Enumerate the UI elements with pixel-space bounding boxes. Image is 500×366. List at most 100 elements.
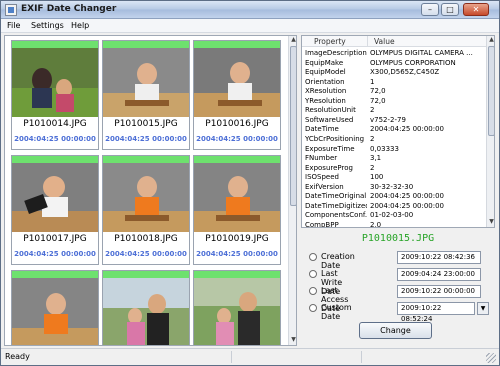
property-row[interactable]: ResolutionUnit 2: [302, 106, 486, 115]
custom-date-radio[interactable]: [309, 304, 317, 312]
thumbnail-card[interactable]: P1010016.JPG 2004:04:25 00:00:00: [193, 40, 281, 150]
property-row[interactable]: CompBPP 2,0: [302, 221, 486, 227]
photo-thumbnail: [103, 163, 189, 232]
scroll-down-icon[interactable]: ▼: [290, 336, 296, 344]
photo-thumbnail: [12, 48, 98, 117]
photo-thumbnail: [194, 278, 280, 345]
close-button[interactable]: ✕: [463, 3, 489, 16]
property-key: DateTimeDigitized: [305, 201, 367, 210]
minimize-button[interactable]: –: [421, 3, 439, 16]
column-property[interactable]: Property: [314, 37, 346, 46]
thumbnail-header: [103, 156, 189, 163]
properties-scrollbar[interactable]: ▲ ▼: [486, 36, 494, 227]
app-icon: [5, 4, 17, 16]
property-row[interactable]: FNumber 3,1: [302, 154, 486, 163]
last-access-date-field[interactable]: 2009:10:22 00:00:00: [397, 285, 481, 298]
last-write-date-radio[interactable]: [309, 270, 317, 278]
thumbnail-card[interactable]: P1010015.JPG 2004:04:25 00:00:00: [102, 40, 190, 150]
thumbnail-header: [103, 271, 189, 278]
property-row[interactable]: ISOSpeed 100: [302, 173, 486, 182]
scroll-thumb[interactable]: [290, 46, 296, 206]
property-key: ExifVersion: [305, 182, 344, 191]
property-row[interactable]: DateTime 2004:04:25 00:00:00: [302, 125, 486, 134]
thumbnail-header: [12, 156, 98, 163]
property-value: 2004:04:25 00:00:00: [370, 201, 445, 210]
property-row[interactable]: Orientation 1: [302, 78, 486, 87]
photo-thumbnail: [12, 163, 98, 232]
menu-help[interactable]: Help: [71, 21, 89, 30]
thumbnail-scrollbar[interactable]: ▲ ▼: [288, 36, 296, 345]
column-separator[interactable]: [367, 36, 368, 47]
photo-thumbnail: [194, 163, 280, 232]
last-access-date-radio[interactable]: [309, 287, 317, 295]
property-key: ImageDescription: [305, 49, 367, 57]
window-title: EXIF Date Changer: [21, 4, 117, 14]
thumbnail-date: 2004:04:25 00:00:00: [14, 135, 96, 143]
exif-properties-list[interactable]: Property Value ImageDescription OLYMPUS D…: [301, 35, 495, 228]
maximize-button[interactable]: □: [441, 3, 459, 16]
creation-date-radio[interactable]: [309, 253, 317, 261]
property-row[interactable]: XResolution 72,0: [302, 87, 486, 96]
scroll-up-icon[interactable]: ▲: [290, 36, 296, 44]
property-row[interactable]: SoftwareUsed v752-2-79: [302, 116, 486, 125]
resize-grip-icon[interactable]: [486, 353, 496, 363]
property-value: 2004:04:25 00:00:00: [370, 125, 445, 134]
scroll-up-icon[interactable]: ▲: [488, 36, 494, 44]
property-key: DateTimeOriginal: [305, 192, 367, 201]
column-value[interactable]: Value: [374, 37, 395, 46]
property-key: ISOSpeed: [305, 173, 339, 182]
property-row[interactable]: ComponentsConf... 01-02-03-00: [302, 211, 486, 220]
menu-bar: File Settings Help: [1, 19, 499, 33]
property-value: 2: [370, 106, 375, 115]
property-row[interactable]: DateTimeOriginal 2004:04:25 00:00:00: [302, 192, 486, 201]
property-row[interactable]: ExifVersion 30-32-32-30: [302, 183, 486, 192]
custom-date-picker[interactable]: 2009:10:22 08:52:24: [397, 302, 475, 323]
property-row[interactable]: ImageDescription OLYMPUS DIGITAL CAMERA .…: [302, 49, 486, 58]
thumbnail-filename: P1010017.JPG: [23, 234, 87, 244]
property-key: YResolution: [305, 96, 346, 105]
thumbnail-card[interactable]: P1010018.JPG 2004:04:25 00:00:00: [102, 155, 190, 265]
thumbnail-card[interactable]: P1010017.JPG 2004:04:25 00:00:00: [11, 155, 99, 265]
thumbnail-filename: P1010016.JPG: [205, 119, 269, 129]
scroll-down-icon[interactable]: ▼: [488, 218, 494, 226]
thumbnail-card[interactable]: [193, 270, 281, 345]
creation-date-field[interactable]: 2009:10:22 08:42:36: [397, 251, 481, 264]
property-row[interactable]: EquipMake OLYMPUS CORPORATION: [302, 59, 486, 68]
property-row[interactable]: ExposureTime 0,03333: [302, 145, 486, 154]
thumbnail-filename: P1010014.JPG: [23, 119, 87, 129]
status-divider: [231, 351, 232, 363]
thumbnail-date: 2004:04:25 00:00:00: [105, 250, 187, 258]
property-key: ExposureTime: [305, 144, 355, 153]
thumbnail-card[interactable]: P1010019.JPG 2004:04:25 00:00:00: [193, 155, 281, 265]
thumbnail-date: 2004:04:25 00:00:00: [105, 135, 187, 143]
change-button[interactable]: Change: [359, 322, 432, 339]
photo-thumbnail: [103, 278, 189, 345]
property-key: YCbCrPositioning: [305, 134, 365, 143]
chevron-down-icon[interactable]: ▼: [477, 302, 489, 315]
property-row[interactable]: ExposureProg 2: [302, 164, 486, 173]
property-key: EquipMake: [305, 58, 344, 67]
last-write-date-field[interactable]: 2009:04:24 23:00:00: [397, 268, 481, 281]
thumbnail-grid[interactable]: P1010014.JPG 2004:04:25 00:00:00 P101001…: [4, 35, 297, 346]
property-value: 1: [370, 77, 375, 86]
photo-thumbnail: [103, 48, 189, 117]
menu-file[interactable]: File: [7, 21, 20, 30]
property-row[interactable]: EquipModel X300,D565Z,C450Z: [302, 68, 486, 77]
thumbnail-card[interactable]: [11, 270, 99, 345]
property-key: ExposureProg: [305, 163, 353, 172]
property-value: 72,0: [370, 87, 386, 96]
menu-settings[interactable]: Settings: [31, 21, 64, 30]
thumbnail-card[interactable]: [102, 270, 190, 345]
thumbnail-date: 2004:04:25 00:00:00: [14, 250, 96, 258]
thumbnail-header: [194, 41, 280, 48]
thumbnail-card[interactable]: P1010014.JPG 2004:04:25 00:00:00: [11, 40, 99, 150]
property-row[interactable]: DateTimeDigitized 2004:04:25 00:00:00: [302, 202, 486, 211]
property-value: 100: [370, 173, 384, 182]
status-bar: Ready: [1, 348, 499, 365]
scroll-thumb[interactable]: [488, 46, 494, 136]
property-row[interactable]: YCbCrPositioning 2: [302, 135, 486, 144]
property-row[interactable]: YResolution 72,0: [302, 97, 486, 106]
custom-date-label: Custom Date: [321, 303, 352, 321]
property-value: v752-2-79: [370, 115, 406, 124]
thumbnail-header: [103, 41, 189, 48]
